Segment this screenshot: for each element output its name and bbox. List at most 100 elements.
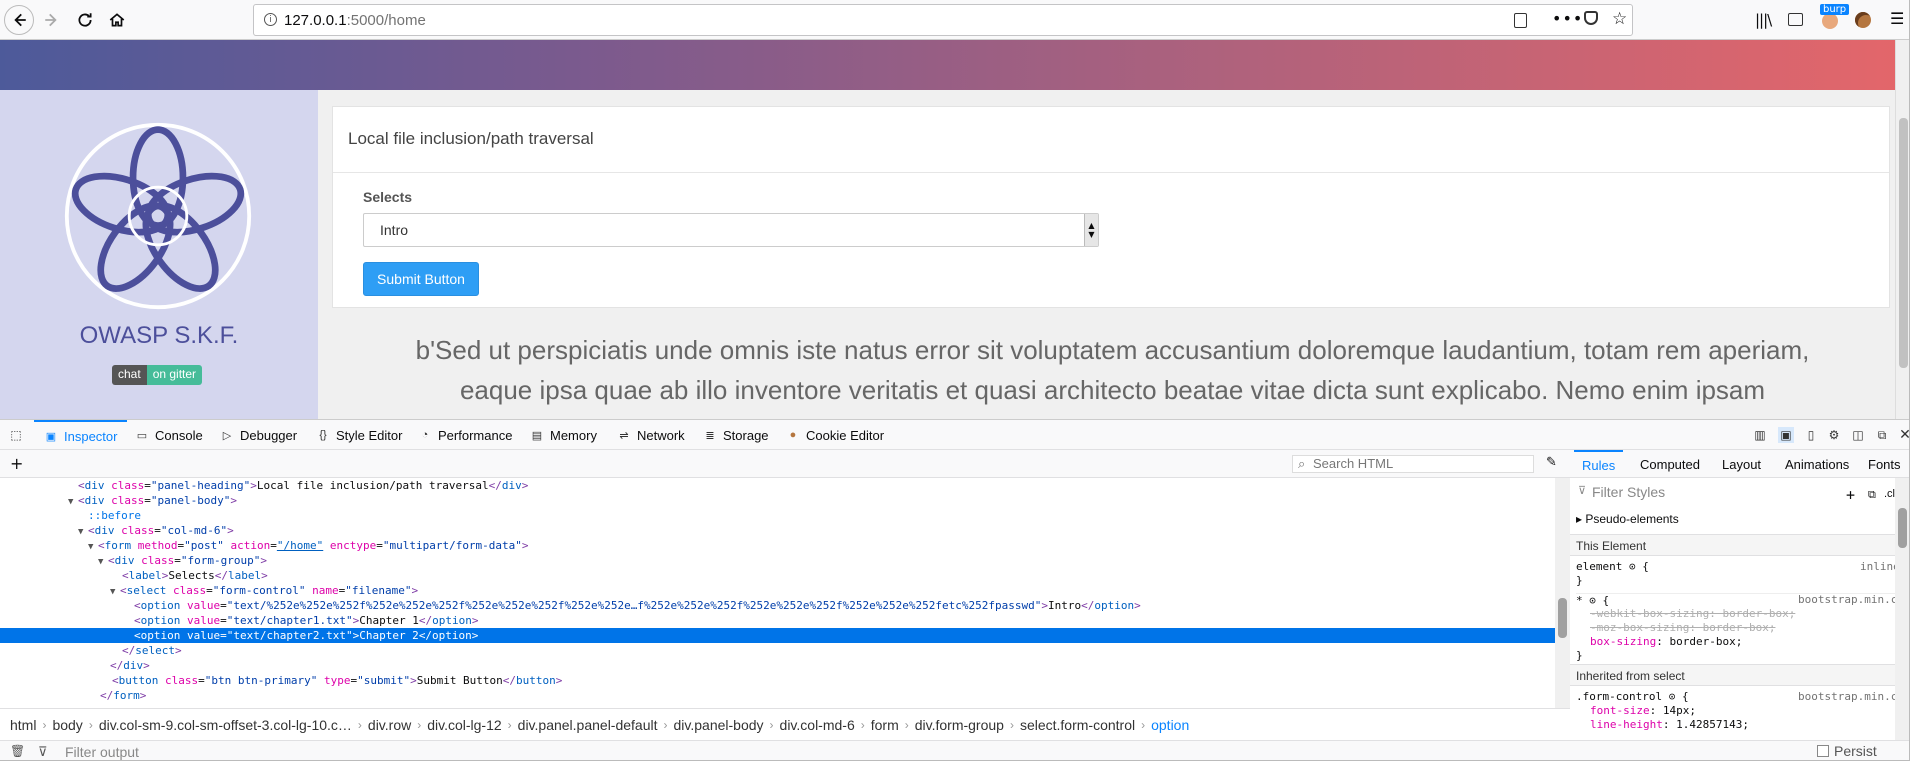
decl-line-height[interactable]: line-height: 1.42857143; [1590, 718, 1749, 730]
page-actions-icon[interactable]: ••• [1552, 9, 1583, 28]
bookmark-star-icon[interactable]: ☆ [1612, 9, 1627, 29]
markup-line[interactable]: </select> [0, 643, 1555, 658]
markup-line[interactable]: ▼ <div class="form-group"> [0, 553, 1555, 568]
page-scrollbar-thumb[interactable] [1899, 118, 1908, 368]
breadcrumb-item[interactable]: div.col-lg-12 [427, 717, 501, 733]
element-rule[interactable]: element ⊙ { [1576, 560, 1649, 573]
tab-memory[interactable]: ▤ Memory [530, 420, 597, 450]
add-rule-icon[interactable]: + [1846, 486, 1855, 504]
submit-button[interactable]: Submit Button [363, 262, 479, 296]
markup-line[interactable]: ::before [0, 508, 1555, 523]
persist-logs-checkbox[interactable] [1817, 745, 1829, 757]
element-picker-icon[interactable]: ⬚ [8, 427, 24, 443]
add-node-icon[interactable]: + [10, 454, 23, 473]
decl-moz-box-sizing[interactable]: -moz-box-sizing: border-box; [1590, 621, 1775, 634]
rules-scrollbar-thumb[interactable] [1898, 508, 1907, 548]
dock-side-icon[interactable]: ◫ [1850, 427, 1866, 443]
separate-window-icon[interactable]: ⧉ [1874, 427, 1890, 443]
split-console-icon[interactable]: ▣ [1778, 427, 1794, 443]
decl-webkit-box-sizing[interactable]: -webkit-box-sizing: border-box; [1590, 607, 1795, 620]
markup-line[interactable]: <option value="text/chapter1.txt">Chapte… [0, 613, 1555, 628]
markup-line[interactable]: <button class="btn btn-primary" type="su… [0, 673, 1555, 688]
select-arrow-icon[interactable]: ▲ ▼ [1084, 214, 1098, 246]
network-icon: ⇌ [619, 429, 629, 442]
markup-line[interactable]: </div> [0, 658, 1555, 673]
url-text[interactable]: 127.0.0.1:5000/home [284, 12, 426, 29]
markup-line[interactable]: ▼ <div class="panel-body"> [0, 493, 1555, 508]
library-icon[interactable]: |||\ [1755, 11, 1772, 29]
tab-computed[interactable]: Computed [1640, 450, 1700, 478]
reader-view-icon[interactable] [1514, 13, 1527, 28]
tab-debugger[interactable]: ▷ Debugger [220, 420, 297, 450]
tab-rules[interactable]: Rules [1574, 450, 1624, 478]
toggle-pseudo-class-icon[interactable]: ⧉ [1868, 488, 1876, 502]
burp-extension-icon[interactable] [1822, 13, 1838, 29]
breadcrumb-item[interactable]: div.col-sm-9.col-sm-offset-3.col-lg-10.c… [99, 717, 352, 733]
reload-icon[interactable] [71, 6, 99, 34]
tab-inspector[interactable]: ▣ Inspector [34, 420, 128, 450]
tab-console[interactable]: ▭ Console [135, 420, 203, 450]
menu-icon[interactable]: ☰ [1890, 9, 1904, 28]
breadcrumb-item[interactable]: select.form-control [1020, 717, 1135, 733]
sidebar-toggle-icon[interactable] [1788, 13, 1803, 26]
pocket-icon[interactable] [1584, 11, 1598, 25]
forward-button-icon[interactable] [38, 6, 66, 34]
tab-storage[interactable]: ≣ Storage [703, 420, 768, 450]
breadcrumb-item[interactable]: html [10, 717, 36, 733]
markup-scrollbar-thumb[interactable] [1558, 598, 1567, 638]
markup-line[interactable]: ▼ <div class="col-md-6"> [0, 523, 1555, 538]
tab-style-editor[interactable]: {} Style Editor [316, 420, 402, 450]
close-devtools-icon[interactable]: ✕ [1897, 427, 1909, 443]
filter-styles-input[interactable]: ⊽ Filter Styles [1576, 484, 1796, 504]
markup-line[interactable]: <option value="text/%252e%252e%252f%252e… [0, 598, 1555, 613]
markup-line-selected[interactable]: <option value="text/chapter2.txt">Chapte… [0, 628, 1555, 643]
tab-performance[interactable]: ◔ Performance [418, 420, 513, 450]
responsive-design-icon[interactable]: ▯ [1803, 427, 1819, 443]
devtools: ⬚ ▣ Inspector ▭ Console ▷ Debugger {} Style … [0, 419, 1909, 760]
tab-animations[interactable]: Animations [1785, 450, 1849, 478]
breadcrumb-item[interactable]: div.row [368, 717, 411, 733]
tab-network[interactable]: ⇌ Network [617, 420, 684, 450]
page-scrollbar[interactable] [1895, 40, 1909, 419]
markup-view[interactable]: <div class="panel-heading">Local file in… [0, 478, 1555, 708]
breadcrumb-item[interactable]: body [52, 717, 82, 733]
tab-layout[interactable]: Layout [1722, 450, 1761, 478]
star-rule-source[interactable]: bootstrap.min.css:5 [1798, 593, 1909, 606]
rules-scrollbar[interactable] [1895, 478, 1909, 740]
frame-picker-icon[interactable]: ▥ [1752, 427, 1768, 443]
form-control-rule-source[interactable]: bootstrap.min.css:5 [1798, 690, 1909, 703]
markup-line[interactable]: </form> [0, 688, 1555, 703]
home-icon[interactable] [103, 6, 131, 34]
breadcrumb-item-current[interactable]: option [1151, 717, 1189, 733]
search-html-input[interactable]: ⌕ Search HTML [1292, 455, 1534, 473]
decl-box-sizing[interactable]: box-sizing: border-box; [1590, 635, 1742, 648]
filter-icon[interactable]: ⊽ [38, 744, 48, 760]
markup-line[interactable]: ▼ <form method="post" action="/home" enct… [0, 538, 1555, 553]
trash-icon[interactable]: 🗑 [10, 744, 25, 758]
markup-line[interactable]: ▼ <select class="form-control" name="file… [0, 583, 1555, 598]
pseudo-elements-toggle[interactable]: ▸ Pseudo-elements [1576, 512, 1679, 526]
markup-line[interactable]: <label>Selects</label> [0, 568, 1555, 583]
breadcrumb-item[interactable]: div.col-md-6 [780, 717, 855, 733]
url-bar[interactable]: i 127.0.0.1:5000/home ••• ☆ [253, 4, 1633, 36]
breadcrumb-item[interactable]: div.panel-body [674, 717, 764, 733]
brand-title: OWASP S.K.F. [79, 322, 239, 349]
info-icon[interactable]: i [264, 13, 277, 26]
filter-output-input[interactable]: Filter output [65, 744, 139, 760]
settings-gear-icon[interactable]: ⚙ [1826, 427, 1842, 443]
form-control-rule[interactable]: .form-control ⊙ { [1576, 690, 1689, 703]
this-element-header: This Element [1570, 534, 1909, 556]
markup-scrollbar[interactable] [1555, 478, 1570, 708]
filename-select[interactable]: Intro ▲ ▼ [363, 213, 1099, 247]
markup-line[interactable]: <div class="panel-heading">Local file in… [0, 478, 1555, 493]
eyedropper-icon[interactable]: ✎ [1546, 455, 1557, 470]
gitter-badge[interactable]: chat on gitter [112, 365, 203, 385]
decl-font-size[interactable]: font-size: 14px; [1590, 704, 1696, 717]
tab-fonts[interactable]: Fonts [1868, 450, 1901, 478]
tab-cookie-editor[interactable]: ● Cookie Editor [786, 420, 884, 450]
breadcrumb-item[interactable]: form [871, 717, 899, 733]
breadcrumb-item[interactable]: div.form-group [915, 717, 1004, 733]
breadcrumb-item[interactable]: div.panel.panel-default [518, 717, 658, 733]
back-button-icon[interactable] [4, 5, 34, 35]
cookie-extension-icon[interactable] [1855, 12, 1871, 28]
